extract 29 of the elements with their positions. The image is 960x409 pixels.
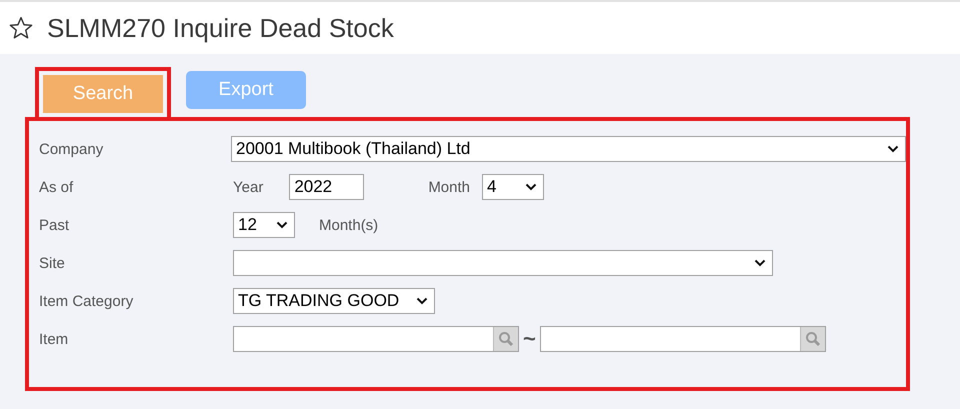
year-field[interactable]: 2022 <box>289 174 364 200</box>
year-label: Year <box>233 178 264 196</box>
item-to-field[interactable] <box>540 326 826 352</box>
field-label: Item Category <box>38 292 134 310</box>
dropdown[interactable]: 20001 Multibook (Thailand) Ltd <box>231 136 906 162</box>
chevron-icon <box>754 259 766 267</box>
star-icon[interactable] <box>8 15 34 41</box>
chevron-icon <box>887 145 899 153</box>
search-icon <box>498 331 514 347</box>
range-separator: ~ <box>523 326 536 352</box>
chevron-icon <box>416 297 428 305</box>
period-dropdown[interactable]: 12 <box>233 212 295 238</box>
month-label: Month <box>428 178 470 196</box>
page-title: SLMM270 Inquire Dead Stock <box>47 12 394 44</box>
month-dropdown[interactable]: 4 <box>482 174 544 200</box>
item-from-field[interactable] <box>233 326 519 352</box>
field-label: Site <box>38 254 66 272</box>
dropdown[interactable]: TG TRADING GOOD <box>233 288 435 314</box>
unit-label: Month(s) <box>319 216 378 234</box>
field-label: Item <box>38 330 70 348</box>
search-button[interactable] <box>800 327 825 351</box>
chevron-icon <box>525 183 538 191</box>
field-label: As of <box>38 178 74 196</box>
field-label: Company <box>38 140 104 158</box>
field-label: Past <box>38 216 70 234</box>
search-button[interactable] <box>493 327 518 351</box>
chevron-icon <box>276 221 288 229</box>
dropdown[interactable] <box>233 250 773 276</box>
search-icon <box>804 331 821 347</box>
